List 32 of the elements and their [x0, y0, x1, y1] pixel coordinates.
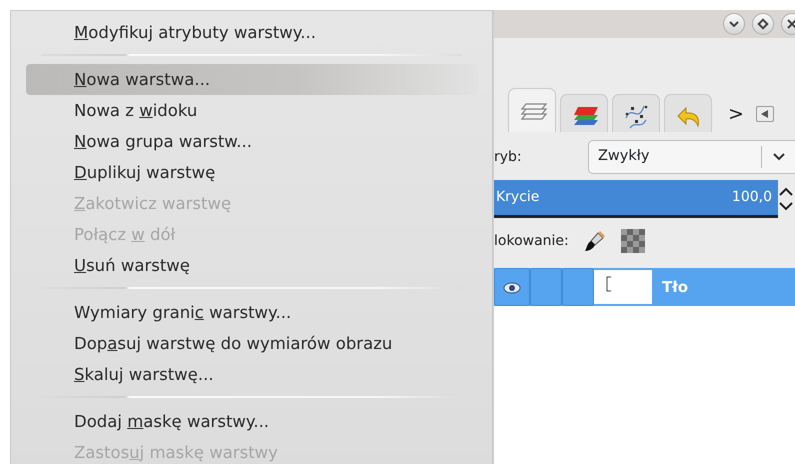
- menu-item[interactable]: Nowa z widoku: [26, 95, 478, 126]
- menu-item[interactable]: Modyfikuj atrybuty warstwy...: [26, 17, 478, 48]
- panel-tab[interactable]: [508, 88, 556, 132]
- opacity-label: Krycie: [496, 188, 540, 207]
- menu-item[interactable]: Duplikuj warstwę: [26, 157, 478, 188]
- menu-item[interactable]: Dodaj maskę warstwy...: [26, 406, 478, 437]
- close-icon: [786, 18, 795, 30]
- opacity-slider[interactable]: Krycie 100,0: [494, 180, 778, 218]
- menu-item[interactable]: Dopasuj warstwę do wymiarów obrazu: [26, 328, 478, 359]
- panel-tab[interactable]: [560, 94, 608, 132]
- checkerboard-icon[interactable]: [620, 229, 645, 253]
- menu-item[interactable]: Usuń warstwę: [26, 250, 478, 281]
- layer-thumbnail: [594, 270, 652, 304]
- maximize-icon: [757, 18, 769, 30]
- mode-label: ryb:: [494, 148, 523, 166]
- paintbrush-icon[interactable]: [582, 229, 607, 253]
- menu-item[interactable]: Skaluj warstwę...: [26, 359, 478, 390]
- chevron-down-icon: [729, 21, 739, 27]
- panel-tab[interactable]: [612, 94, 660, 132]
- menu-item[interactable]: Nowa warstwa...: [26, 64, 478, 95]
- maximize-button[interactable]: [752, 13, 774, 35]
- chevron-down-icon: [772, 152, 786, 162]
- lock-label: lokowanie:: [494, 232, 569, 250]
- opacity-value: 100,0: [732, 188, 772, 207]
- mode-dropdown[interactable]: Zwykły: [588, 140, 795, 174]
- left-triangle-icon: [760, 110, 769, 118]
- menu-item[interactable]: Nowa grupa warstw...: [26, 126, 478, 157]
- minimize-button[interactable]: [723, 13, 745, 35]
- menu-item[interactable]: Wymiary granic warstwy...: [26, 297, 478, 328]
- more-tabs-button[interactable]: >: [728, 105, 744, 124]
- layer-name: Tło: [661, 276, 688, 298]
- dock-menu-button[interactable]: [756, 106, 774, 122]
